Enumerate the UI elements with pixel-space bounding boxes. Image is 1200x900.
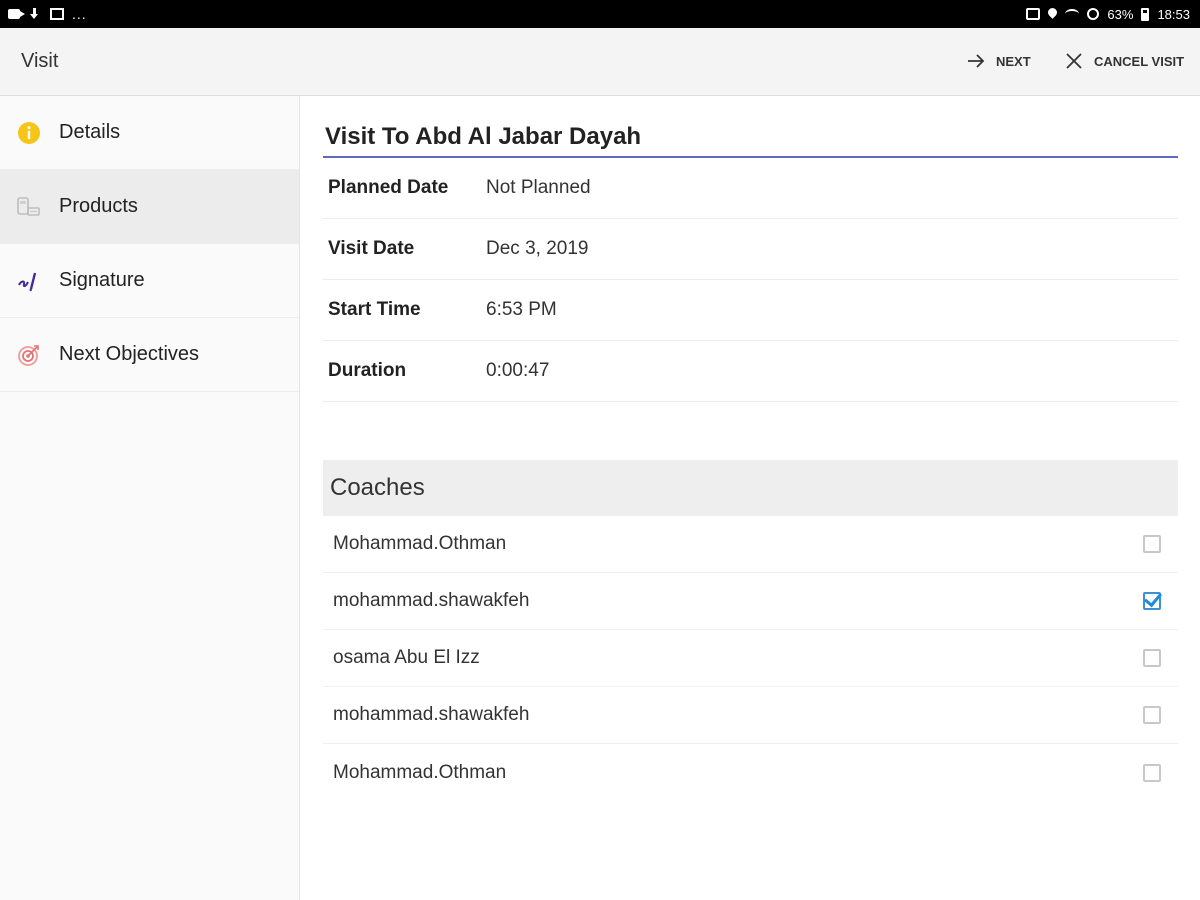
list-item[interactable]: osama Abu El Izz [323, 630, 1178, 687]
coach-name: Mohammad.Othman [333, 533, 507, 554]
clock: 18:53 [1157, 6, 1190, 22]
location-icon [1048, 8, 1057, 20]
sidebar-item-signature[interactable]: Signature [0, 244, 299, 318]
sidebar-item-label: Products [59, 195, 138, 217]
detail-label: Duration [328, 360, 407, 381]
detail-value: 6:53 PM [486, 299, 557, 320]
list-item[interactable]: mohammad.shawakfeh [323, 573, 1178, 630]
battery-percent: 63% [1107, 6, 1134, 22]
next-button[interactable]: NEXT [966, 50, 1031, 72]
coach-name: osama Abu El Izz [333, 647, 480, 668]
wifi-icon [1065, 9, 1080, 19]
coach-checkbox[interactable] [1143, 649, 1161, 667]
detail-label: Visit Date [328, 238, 415, 259]
image-icon [50, 8, 64, 20]
list-item[interactable]: Mohammad.Othman [323, 744, 1178, 801]
toolbar: Visit NEXT CANCEL VISIT [0, 28, 1200, 96]
detail-value: Not Planned [486, 177, 591, 198]
sidebar-item-label: Signature [59, 269, 145, 291]
detail-row-planned-date: Planned Date Not Planned [323, 158, 1178, 219]
sidebar-item-products[interactable]: Products [0, 170, 299, 244]
next-label: NEXT [996, 53, 1031, 69]
status-right: 63% 18:53 [1026, 7, 1190, 22]
status-bar: ... 63% 18:53 [0, 0, 1200, 28]
detail-label: Planned Date [328, 177, 449, 198]
status-more: ... [72, 6, 87, 22]
detail-value: 0:00:47 [486, 360, 550, 381]
battery-icon [1141, 7, 1150, 21]
list-item[interactable]: mohammad.shawakfeh [323, 687, 1178, 744]
target-icon [16, 342, 42, 368]
sidebar-item-details[interactable]: Details [0, 96, 299, 170]
sidebar-item-next-objectives[interactable]: Next Objectives [0, 318, 299, 392]
coach-name: mohammad.shawakfeh [333, 704, 530, 725]
toolbar-title: Visit [21, 50, 59, 72]
coach-checkbox[interactable] [1143, 592, 1161, 610]
coach-checkbox[interactable] [1143, 535, 1161, 553]
arrow-right-icon [968, 54, 985, 68]
signature-icon [16, 268, 42, 294]
coach-name: mohammad.shawakfeh [333, 590, 530, 611]
main-content: Visit To Abd Al Jabar Dayah Planned Date… [323, 96, 1178, 783]
coaches-list: Mohammad.Othman mohammad.shawakfeh osama… [323, 516, 1178, 801]
download-icon [28, 8, 42, 20]
list-item[interactable]: Mohammad.Othman [323, 516, 1178, 573]
sidebar-item-label: Details [59, 121, 121, 143]
detail-value: Dec 3, 2019 [486, 238, 589, 259]
cancel-visit-label: CANCEL VISIT [1094, 53, 1185, 69]
coach-name: Mohammad.Othman [333, 761, 507, 783]
status-left: ... [8, 6, 87, 22]
close-icon [1066, 53, 1082, 69]
detail-row-duration: Duration 0:00:47 [323, 341, 1178, 402]
nfc-icon [1026, 8, 1041, 20]
coach-checkbox[interactable] [1143, 763, 1161, 782]
dnd-icon [1087, 8, 1100, 20]
cancel-visit-button[interactable]: CANCEL VISIT [1064, 50, 1184, 72]
page-title: Visit To Abd Al Jabar Dayah [323, 96, 1178, 158]
sidebar-item-label: Next Objectives [59, 343, 200, 365]
detail-row-start-time: Start Time 6:53 PM [323, 280, 1178, 341]
products-icon [16, 194, 42, 220]
info-icon [16, 120, 42, 146]
coaches-header: Coaches [323, 460, 1178, 516]
sidebar: Details Products Signature Next Objectiv… [0, 96, 300, 900]
detail-label: Start Time [328, 299, 421, 320]
detail-row-visit-date: Visit Date Dec 3, 2019 [323, 219, 1178, 280]
video-icon [8, 9, 25, 19]
coach-checkbox[interactable] [1143, 706, 1161, 724]
